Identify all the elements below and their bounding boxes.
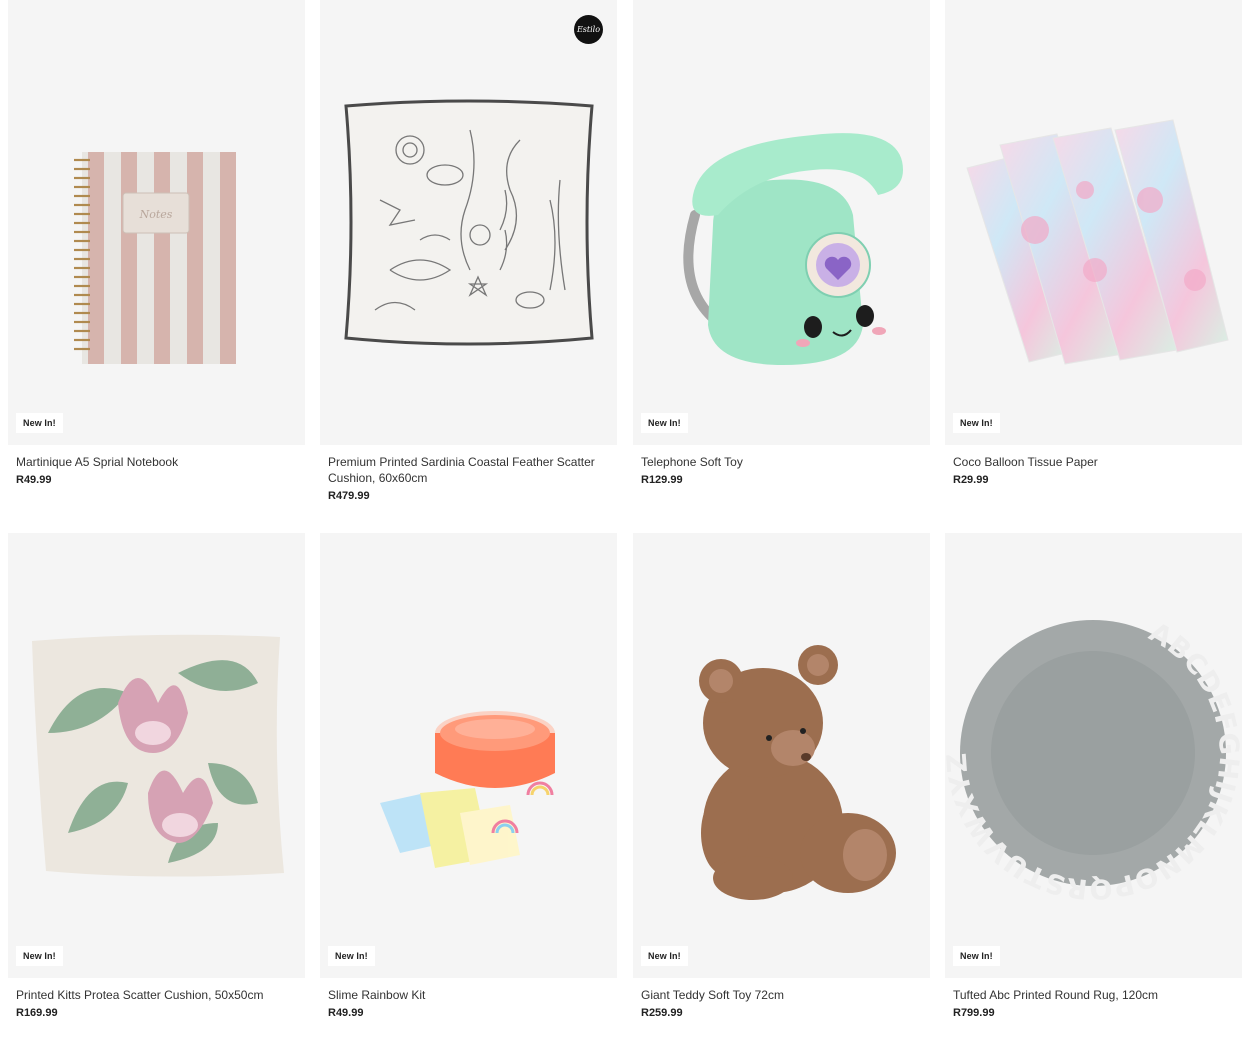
product-title[interactable]: Giant Teddy Soft Toy 72cm [641, 987, 922, 1003]
product-price: R259.99 [641, 1007, 683, 1019]
product-card[interactable]: New In! Printed Kitts Protea Scatter Cus… [8, 533, 305, 1019]
product-card[interactable]: ABCDEFGHIJKLMNOPQRSTUVWXYZ New In! Tufte… [945, 533, 1242, 1019]
new-in-badge: New In! [641, 413, 688, 433]
product-image[interactable]: Estilo [320, 0, 617, 445]
product-title[interactable]: Printed Kitts Protea Scatter Cushion, 50… [16, 987, 297, 1003]
striped-spiral-notebook-icon: Notes [74, 152, 236, 364]
protea-print-cushion-icon [32, 634, 284, 877]
svg-text:Notes: Notes [139, 208, 173, 221]
new-in-badge: New In! [328, 946, 375, 966]
slime-kit-icon [380, 711, 555, 868]
mint-telephone-plush-icon [683, 133, 903, 365]
new-in-badge: New In! [953, 413, 1000, 433]
product-price: R29.99 [953, 474, 989, 486]
product-image[interactable]: New In! [8, 533, 305, 978]
product-title[interactable]: Coco Balloon Tissue Paper [953, 454, 1234, 470]
product-card[interactable]: New In! Slime Rainbow Kit R49.99 [320, 533, 617, 1019]
pastel-tissue-paper-icon [966, 119, 1229, 365]
product-price: R169.99 [16, 1007, 58, 1019]
product-image[interactable]: New In! [633, 0, 930, 445]
product-image[interactable]: New In! [633, 533, 930, 978]
new-in-badge: New In! [16, 946, 63, 966]
product-price: R799.99 [953, 1007, 995, 1019]
new-in-badge: New In! [16, 413, 63, 433]
product-title[interactable]: Premium Printed Sardinia Coastal Feather… [328, 454, 609, 486]
product-title[interactable]: Tufted Abc Printed Round Rug, 120cm [953, 987, 1234, 1003]
product-image[interactable]: New In! [945, 0, 1242, 445]
product-card[interactable]: New In! Giant Teddy Soft Toy 72cm R259.9… [633, 533, 930, 1019]
alphabet-round-rug-icon: ABCDEFGHIJKLMNOPQRSTUVWXYZ [945, 617, 1242, 905]
brand-logo-icon: Estilo [574, 15, 603, 44]
product-price: R49.99 [328, 1007, 364, 1019]
product-price: R479.99 [328, 490, 370, 502]
product-image[interactable]: ABCDEFGHIJKLMNOPQRSTUVWXYZ New In! [945, 533, 1242, 978]
product-title[interactable]: Martinique A5 Sprial Notebook [16, 454, 297, 470]
product-price: R49.99 [16, 474, 52, 486]
product-image[interactable]: Notes New In! [8, 0, 305, 445]
product-image[interactable]: New In! [320, 533, 617, 978]
sea-print-cushion-icon [344, 99, 594, 346]
product-title[interactable]: Slime Rainbow Kit [328, 987, 609, 1003]
new-in-badge: New In! [953, 946, 1000, 966]
product-price: R129.99 [641, 474, 683, 486]
product-card[interactable]: New In! Coco Balloon Tissue Paper R29.99 [945, 0, 1242, 486]
product-card[interactable]: Notes New In! Martinique A5 Sprial Noteb… [8, 0, 305, 486]
new-in-badge: New In! [641, 946, 688, 966]
product-grid: Notes New In! Martinique A5 Sprial Noteb… [0, 0, 1250, 1050]
product-card[interactable]: Estilo Premium Printed Sardinia Coastal … [320, 0, 617, 502]
teddy-bear-icon [699, 645, 896, 900]
product-card[interactable]: New In! Telephone Soft Toy R129.99 [633, 0, 930, 486]
product-title[interactable]: Telephone Soft Toy [641, 454, 922, 470]
